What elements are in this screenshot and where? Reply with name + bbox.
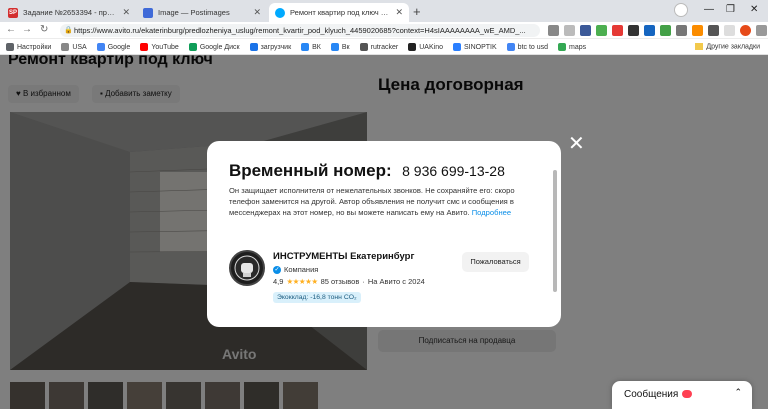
puzzle-icon[interactable]	[708, 25, 719, 36]
eco-badge[interactable]: Экокклад: -16,8 тонн CO₂	[273, 292, 361, 303]
extension-icon[interactable]	[628, 25, 639, 36]
menu-icon[interactable]	[756, 25, 767, 36]
bookmark-vk-2[interactable]: Вк	[330, 43, 350, 51]
sp-favicon-icon: SP	[8, 7, 18, 18]
bookmarks-bar: Настройки USA Google YouTube Google Диск…	[0, 40, 768, 55]
bookmark-settings[interactable]: Настройки	[6, 43, 51, 51]
bookmark-btc-to-usd[interactable]: btc to usd	[506, 43, 548, 51]
image-icon	[143, 7, 153, 18]
bookmark-icon	[61, 43, 70, 51]
extension-icon[interactable]	[692, 25, 703, 36]
modal-title: Временный номер:	[229, 161, 392, 180]
chevron-up-icon[interactable]: ⌃	[734, 387, 742, 398]
sidebar-icon[interactable]	[724, 25, 735, 36]
complain-button[interactable]: Пожаловаться	[462, 252, 529, 272]
close-tab-icon[interactable]: ✕	[395, 7, 403, 18]
seller-since: На Авито с 2024	[367, 277, 425, 286]
bookmark-downloader[interactable]: загрузчик	[249, 43, 291, 51]
back-icon[interactable]: ←	[6, 24, 16, 35]
close-window-icon[interactable]: ✕	[750, 4, 758, 15]
extension-icon[interactable]	[676, 25, 687, 36]
avatar-icon[interactable]	[740, 25, 751, 36]
maximize-icon[interactable]: ❐	[726, 4, 735, 15]
tab-title: Image — Postimages	[158, 8, 230, 17]
bookmark-google[interactable]: Google	[96, 43, 130, 51]
reload-icon[interactable]: ↻	[40, 24, 48, 35]
seller-avatar[interactable]	[229, 250, 265, 286]
extension-icon[interactable]	[612, 25, 623, 36]
phone-modal: Временный номер: 8 936 699-13-28 Он защи…	[207, 141, 561, 327]
seller-type: ✓ Компания	[273, 265, 319, 274]
profile-icon[interactable]	[674, 3, 688, 17]
extension-icon[interactable]	[596, 25, 607, 36]
bookmark-rutracker[interactable]: rutracker	[359, 43, 398, 51]
bookmark-vk[interactable]: ВК	[301, 43, 321, 51]
tab-title: Ремонт квартир под ключ в Екат	[290, 8, 389, 17]
vk-icon	[330, 43, 339, 51]
tab-avito[interactable]: Ремонт квартир под ключ в Екат ✕	[269, 3, 409, 22]
url-text: https://www.avito.ru/ekaterinburg/predlo…	[74, 26, 526, 35]
extension-icon[interactable]	[580, 25, 591, 36]
unread-badge	[682, 390, 693, 399]
messages-widget[interactable]: Сообщения ⌃	[612, 381, 752, 409]
other-bookmarks[interactable]: Другие закладки	[695, 43, 760, 50]
maps-icon	[558, 43, 567, 51]
more-info-link[interactable]: Подробнее	[472, 208, 511, 217]
close-icon[interactable]: ✕	[568, 134, 585, 154]
tab-strip: SP Задание №2653394 - просмотр з ✕ Image…	[0, 0, 768, 22]
verified-check-icon: ✓	[273, 265, 281, 274]
tab-task[interactable]: SP Задание №2653394 - просмотр з ✕	[2, 3, 136, 22]
fist-logo-icon	[234, 255, 260, 281]
close-tab-icon[interactable]: ✕	[253, 7, 261, 18]
modal-header: Временный номер: 8 936 699-13-28	[229, 161, 505, 181]
minimize-icon[interactable]: —	[704, 4, 714, 15]
forward-icon[interactable]: →	[22, 24, 32, 35]
tab-postimages[interactable]: Image — Postimages ✕	[137, 3, 267, 22]
google-icon	[96, 43, 105, 51]
download-icon	[249, 43, 258, 51]
uakino-icon	[408, 43, 417, 51]
bookmark-sinoptik[interactable]: SINOPTIK	[452, 43, 497, 51]
bookmark-youtube[interactable]: YouTube	[140, 43, 179, 51]
rutracker-icon	[359, 43, 368, 51]
lock-icon: 🔒	[64, 27, 73, 34]
address-bar[interactable]: 🔒 https://www.avito.ru/ekaterinburg/pred…	[60, 24, 540, 37]
tab-title: Задание №2653394 - просмотр з	[23, 8, 116, 17]
gear-icon	[6, 43, 14, 51]
folder-icon	[695, 43, 704, 50]
extensions-bar	[548, 25, 767, 36]
modal-description: Он защищает исполнителя от нежелательных…	[229, 186, 515, 217]
modal-scrollbar[interactable]	[553, 170, 557, 292]
phone-number[interactable]: 8 936 699-13-28	[402, 163, 505, 179]
extension-icon[interactable]	[644, 25, 655, 36]
bookmark-uakino[interactable]: UAKino	[408, 43, 443, 51]
seller-name[interactable]: ИНСТРУМЕНТЫ Екатеринбург	[273, 251, 414, 262]
youtube-icon	[140, 43, 149, 51]
extension-icon[interactable]	[660, 25, 671, 36]
rating-stars-icon: ★★★★★	[286, 277, 318, 286]
sinoptik-icon	[452, 43, 461, 51]
new-tab-icon[interactable]: +	[413, 4, 421, 19]
bookmark-usa[interactable]: USA	[61, 43, 87, 51]
drive-icon	[188, 43, 197, 51]
star-icon[interactable]	[564, 25, 575, 36]
seller-rating: 4,9 ★★★★★ 85 отзывов · На Авито с 2024	[273, 277, 425, 286]
google-icon	[506, 43, 515, 51]
browser-toolbar: ← → ↻ 🔒 https://www.avito.ru/ekaterinbur…	[0, 22, 768, 39]
bookmark-google-drive[interactable]: Google Диск	[188, 43, 240, 51]
share-icon[interactable]	[548, 25, 559, 36]
close-tab-icon[interactable]: ✕	[122, 7, 130, 18]
bookmark-maps[interactable]: maps	[558, 43, 586, 51]
reviews-link[interactable]: 85 отзывов	[321, 277, 360, 286]
vk-icon	[301, 43, 310, 51]
avito-icon	[275, 7, 285, 18]
